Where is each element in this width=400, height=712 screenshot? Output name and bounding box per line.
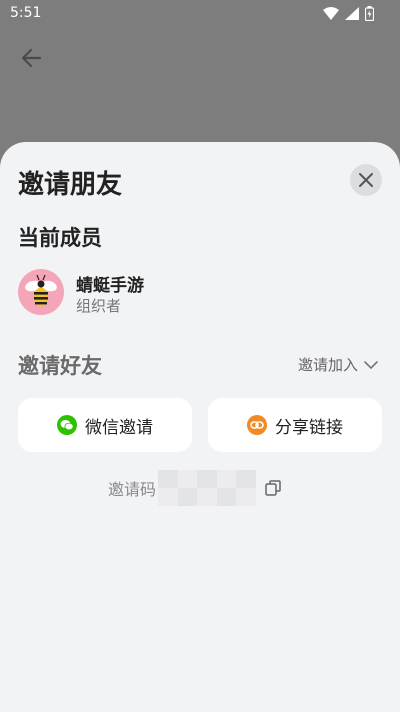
wechat-invite-label: 微信邀请 (85, 417, 153, 438)
join-dropdown-label: 邀请加入 (297, 356, 358, 374)
join-dropdown[interactable]: 邀请加入 (298, 354, 378, 375)
signal-icon (345, 7, 359, 20)
wechat-icon (57, 415, 77, 435)
link-icon (247, 415, 267, 435)
invite-code-row: 邀请码 (108, 470, 282, 506)
wechat-invite-button[interactable]: 微信邀请 (18, 398, 192, 452)
invite-friends-sheet: 邀请朋友 当前成员 蜻蜓手游 组织者 邀请好友 邀请加入 微信邀请 分享链接 邀… (0, 142, 400, 712)
share-link-label: 分享链接 (275, 417, 343, 438)
status-bar: 5:51 (0, 0, 400, 28)
status-icons (323, 6, 374, 21)
copy-button[interactable] (264, 479, 282, 497)
member-item[interactable]: 蜻蜓手游 组织者 (18, 269, 378, 317)
back-button[interactable] (18, 44, 46, 72)
chevron-down-icon (364, 360, 378, 369)
close-button[interactable] (350, 164, 382, 196)
member-role: 组织者 (76, 297, 122, 315)
invite-code-label: 邀请码 (108, 480, 157, 499)
share-link-button[interactable]: 分享链接 (208, 398, 382, 452)
copy-icon (265, 480, 281, 496)
member-name: 蜻蜓手游 (76, 276, 144, 296)
battery-icon (365, 6, 374, 21)
status-time: 5:51 (10, 5, 42, 21)
close-icon (359, 173, 373, 187)
bee-avatar (18, 269, 64, 315)
wifi-icon (323, 7, 339, 20)
arrow-left-icon (21, 48, 42, 68)
sheet-title: 邀请朋友 (18, 170, 123, 200)
members-section-title: 当前成员 (18, 226, 102, 250)
invite-section-title: 邀请好友 (18, 354, 102, 378)
invite-code-value-blurred (158, 470, 257, 506)
